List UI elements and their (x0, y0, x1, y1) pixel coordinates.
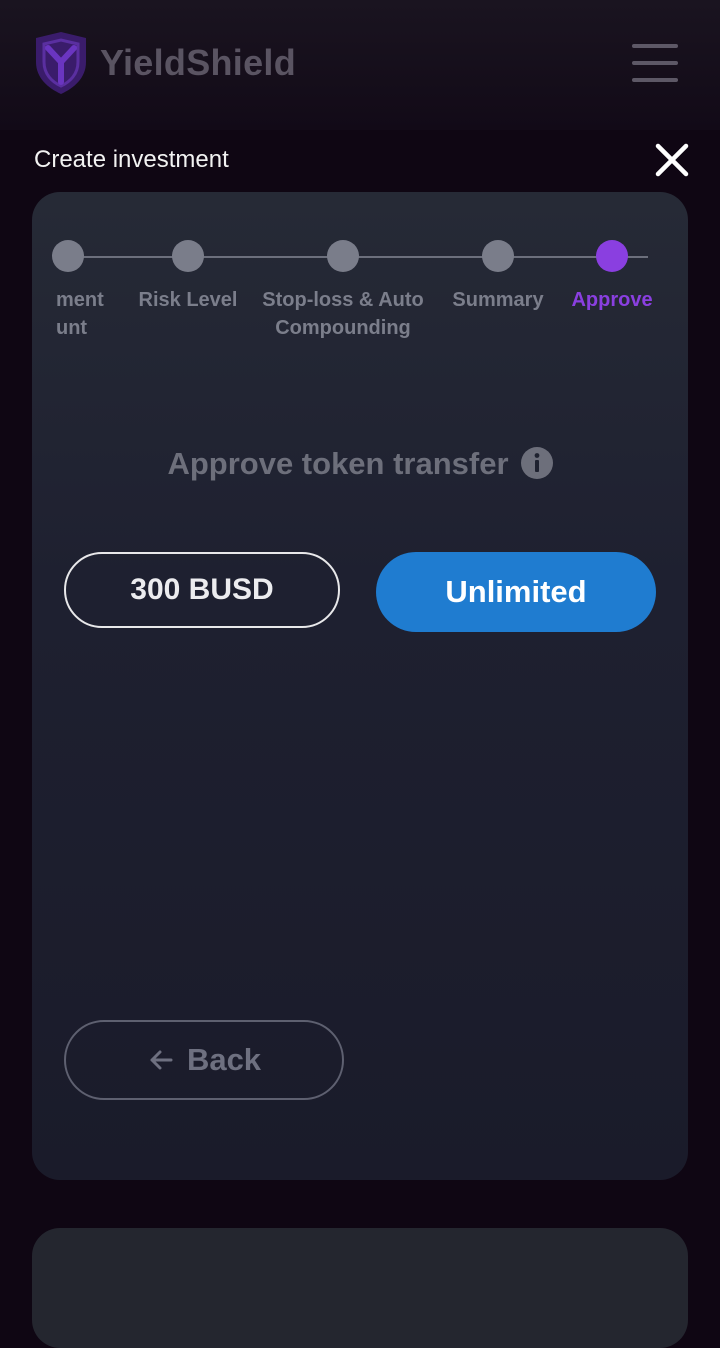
approve-heading: Approve token transfer (32, 446, 688, 482)
step-dot-amount (52, 240, 84, 272)
create-investment-card: ment unt Risk Level Stop-loss & Auto Com… (32, 192, 688, 1180)
logo[interactable]: YieldShield (32, 32, 296, 94)
top-bar: YieldShield (0, 0, 720, 130)
step-label-risk-level: Risk Level (138, 289, 238, 311)
step-dot-stop-loss (327, 240, 359, 272)
info-icon[interactable] (520, 446, 553, 479)
stepper: ment unt Risk Level Stop-loss & Auto Com… (32, 192, 688, 362)
approve-unlimited-button[interactable]: Unlimited (376, 552, 656, 632)
arrow-left-icon (150, 1050, 173, 1070)
modal-title: Create investment (34, 146, 229, 173)
back-button[interactable]: Back (64, 1020, 344, 1100)
close-icon[interactable] (652, 140, 692, 180)
secondary-card (32, 1228, 688, 1348)
step-dot-summary (482, 240, 514, 272)
step-dot-risk-level (172, 240, 204, 272)
approve-amount-button[interactable]: 300 BUSD (64, 552, 340, 628)
step-label-approve: Approve (571, 289, 653, 311)
back-label: Back (186, 1042, 262, 1077)
step-label-stop-loss: Stop-loss & Auto Compounding (262, 289, 424, 339)
step-dot-approve (596, 240, 628, 272)
brand-name: YieldShield (100, 42, 297, 83)
hamburger-menu-icon[interactable] (630, 44, 682, 84)
shield-logo-icon (36, 32, 86, 94)
step-label-summary: Summary (452, 289, 544, 311)
